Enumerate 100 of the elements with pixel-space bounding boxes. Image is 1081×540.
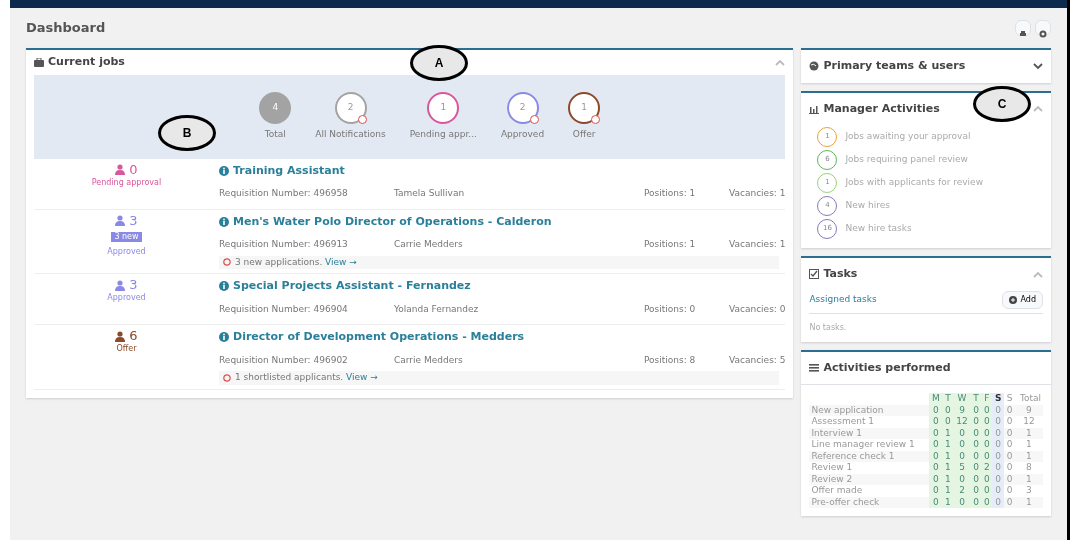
- table-cell: 0: [970, 496, 982, 508]
- tasks-tab[interactable]: Assigned tasks: [809, 292, 877, 307]
- table-cell: 0: [970, 473, 982, 485]
- activity-link[interactable]: Jobs awaiting your approval: [845, 129, 971, 144]
- info-icon: [219, 165, 229, 176]
- table-cell: 1: [942, 473, 954, 485]
- status-label: Offer: [116, 343, 137, 355]
- day-header: M: [929, 393, 943, 405]
- table-cell: 0: [970, 416, 982, 428]
- table-cell: 1: [942, 427, 954, 439]
- table-cell: 12: [1014, 416, 1043, 428]
- table-cell: 0: [929, 404, 943, 416]
- notification-text: 1 shortlisted applicants. View →: [235, 371, 378, 384]
- table-cell: 2: [981, 462, 993, 474]
- table-cell: 12: [953, 416, 971, 428]
- table-cell: 0: [981, 404, 993, 416]
- stat-label: All Notifications: [315, 127, 386, 141]
- stat-label: Pending appr...: [409, 127, 477, 141]
- checkbox-icon: [809, 269, 820, 280]
- table-cell: 0: [942, 404, 954, 416]
- job-title-link[interactable]: Director of Development Operations - Medders: [233, 329, 525, 346]
- add-button[interactable]: Add: [1001, 290, 1043, 309]
- view-link[interactable]: View →: [346, 372, 378, 382]
- table-cell: 1: [942, 450, 954, 462]
- row-label: Line manager review 1: [809, 439, 930, 451]
- day-header: T: [942, 393, 954, 405]
- table-cell: 1: [942, 462, 954, 474]
- row-label: Interview 1: [809, 427, 930, 439]
- settings-button[interactable]: [1035, 20, 1051, 36]
- count-circle[interactable]: 1: [568, 91, 601, 124]
- table-cell: 0: [981, 439, 993, 451]
- panel-title: Activities performed: [823, 359, 951, 376]
- print-button[interactable]: [1015, 20, 1031, 36]
- requisition-text: Requisition Number: 496902: [219, 353, 349, 367]
- table-cell: 0: [992, 427, 1005, 439]
- notification-text: 3 new applications. View →: [235, 255, 357, 269]
- job-title-link[interactable]: Special Projects Assistant - Fernandez: [233, 278, 471, 295]
- job-title-link[interactable]: Men's Water Polo Director of Operations - Calderon: [233, 213, 552, 230]
- person-icon: [115, 330, 126, 342]
- table-cell: 0: [1004, 496, 1015, 508]
- table-cell: 0: [1004, 416, 1015, 428]
- table-cell: 0: [1004, 462, 1015, 474]
- day-header: S: [1004, 393, 1015, 405]
- table-cell: 0: [929, 450, 943, 462]
- table-cell: 0: [953, 439, 971, 451]
- recruiter-name: Yolanda Fernandez: [394, 302, 480, 316]
- stat-label: Total: [264, 127, 286, 141]
- panel-title: Primary teams & users: [823, 58, 966, 74]
- applicant-count: 3: [129, 213, 138, 228]
- table-cell: 0: [992, 485, 1005, 497]
- table-cell: 2: [953, 485, 971, 497]
- positions-text: Positions: 1: [644, 238, 697, 251]
- table-cell: 5: [953, 462, 971, 474]
- row-label: New application: [809, 404, 930, 416]
- activity-link[interactable]: New hire tasks: [845, 221, 912, 236]
- panel-title: Tasks: [823, 266, 858, 282]
- table-cell: 1: [1014, 473, 1043, 485]
- table-cell: 9: [1014, 404, 1043, 416]
- job-title-link[interactable]: Training Assistant: [233, 162, 345, 179]
- table-cell: 0: [942, 416, 954, 428]
- recruiter-name: Carrie Medders: [394, 238, 464, 251]
- row-label: Review 2: [809, 473, 930, 485]
- count-circle[interactable]: 4: [259, 91, 292, 124]
- table-cell: 0: [1004, 404, 1015, 416]
- table-cell: 9: [953, 404, 971, 416]
- stat-label: Approved: [500, 127, 545, 141]
- vacancies-text: Vacancies: 1: [729, 187, 786, 200]
- table-cell: 0: [1004, 450, 1015, 462]
- activity-link[interactable]: Jobs requiring panel review: [845, 152, 968, 167]
- count-circle[interactable]: 1: [427, 91, 460, 124]
- settings-icon: [1039, 29, 1047, 38]
- recruiter-name: Carrie Medders: [394, 353, 464, 367]
- table-cell: 0: [981, 485, 993, 497]
- row-label: Review 1: [809, 462, 930, 474]
- status-label: Approved: [107, 245, 146, 258]
- expand-icon[interactable]: [1033, 62, 1043, 70]
- count-circle[interactable]: 2: [506, 91, 539, 124]
- column-header: Total: [1018, 393, 1042, 405]
- requisition-text: Requisition Number: 496913: [219, 238, 349, 251]
- list-icon: [809, 362, 820, 373]
- table-cell: 0: [953, 450, 971, 462]
- table-cell: 0: [970, 427, 982, 439]
- table-cell: 0: [929, 485, 943, 497]
- view-link[interactable]: View →: [325, 256, 357, 267]
- positions-text: Positions: 1: [644, 187, 697, 200]
- info-icon: [219, 281, 229, 292]
- table-cell: 1: [942, 439, 954, 451]
- stat-label: Offer: [572, 127, 596, 141]
- row-label: Offer made: [809, 485, 930, 497]
- activity-link[interactable]: New hires: [845, 198, 890, 213]
- briefcase-icon: [34, 57, 44, 67]
- table-cell: 0: [929, 439, 943, 451]
- globe-icon: [809, 61, 820, 72]
- requisition-text: Requisition Number: 496904: [219, 302, 349, 316]
- count-circle[interactable]: 2: [334, 91, 367, 124]
- activity-link[interactable]: Jobs with applicants for review: [845, 175, 983, 190]
- new-badge: 3 new: [111, 231, 142, 242]
- table-cell: 0: [929, 462, 943, 474]
- table-cell: 1: [942, 485, 954, 497]
- table-cell: 0: [929, 416, 943, 428]
